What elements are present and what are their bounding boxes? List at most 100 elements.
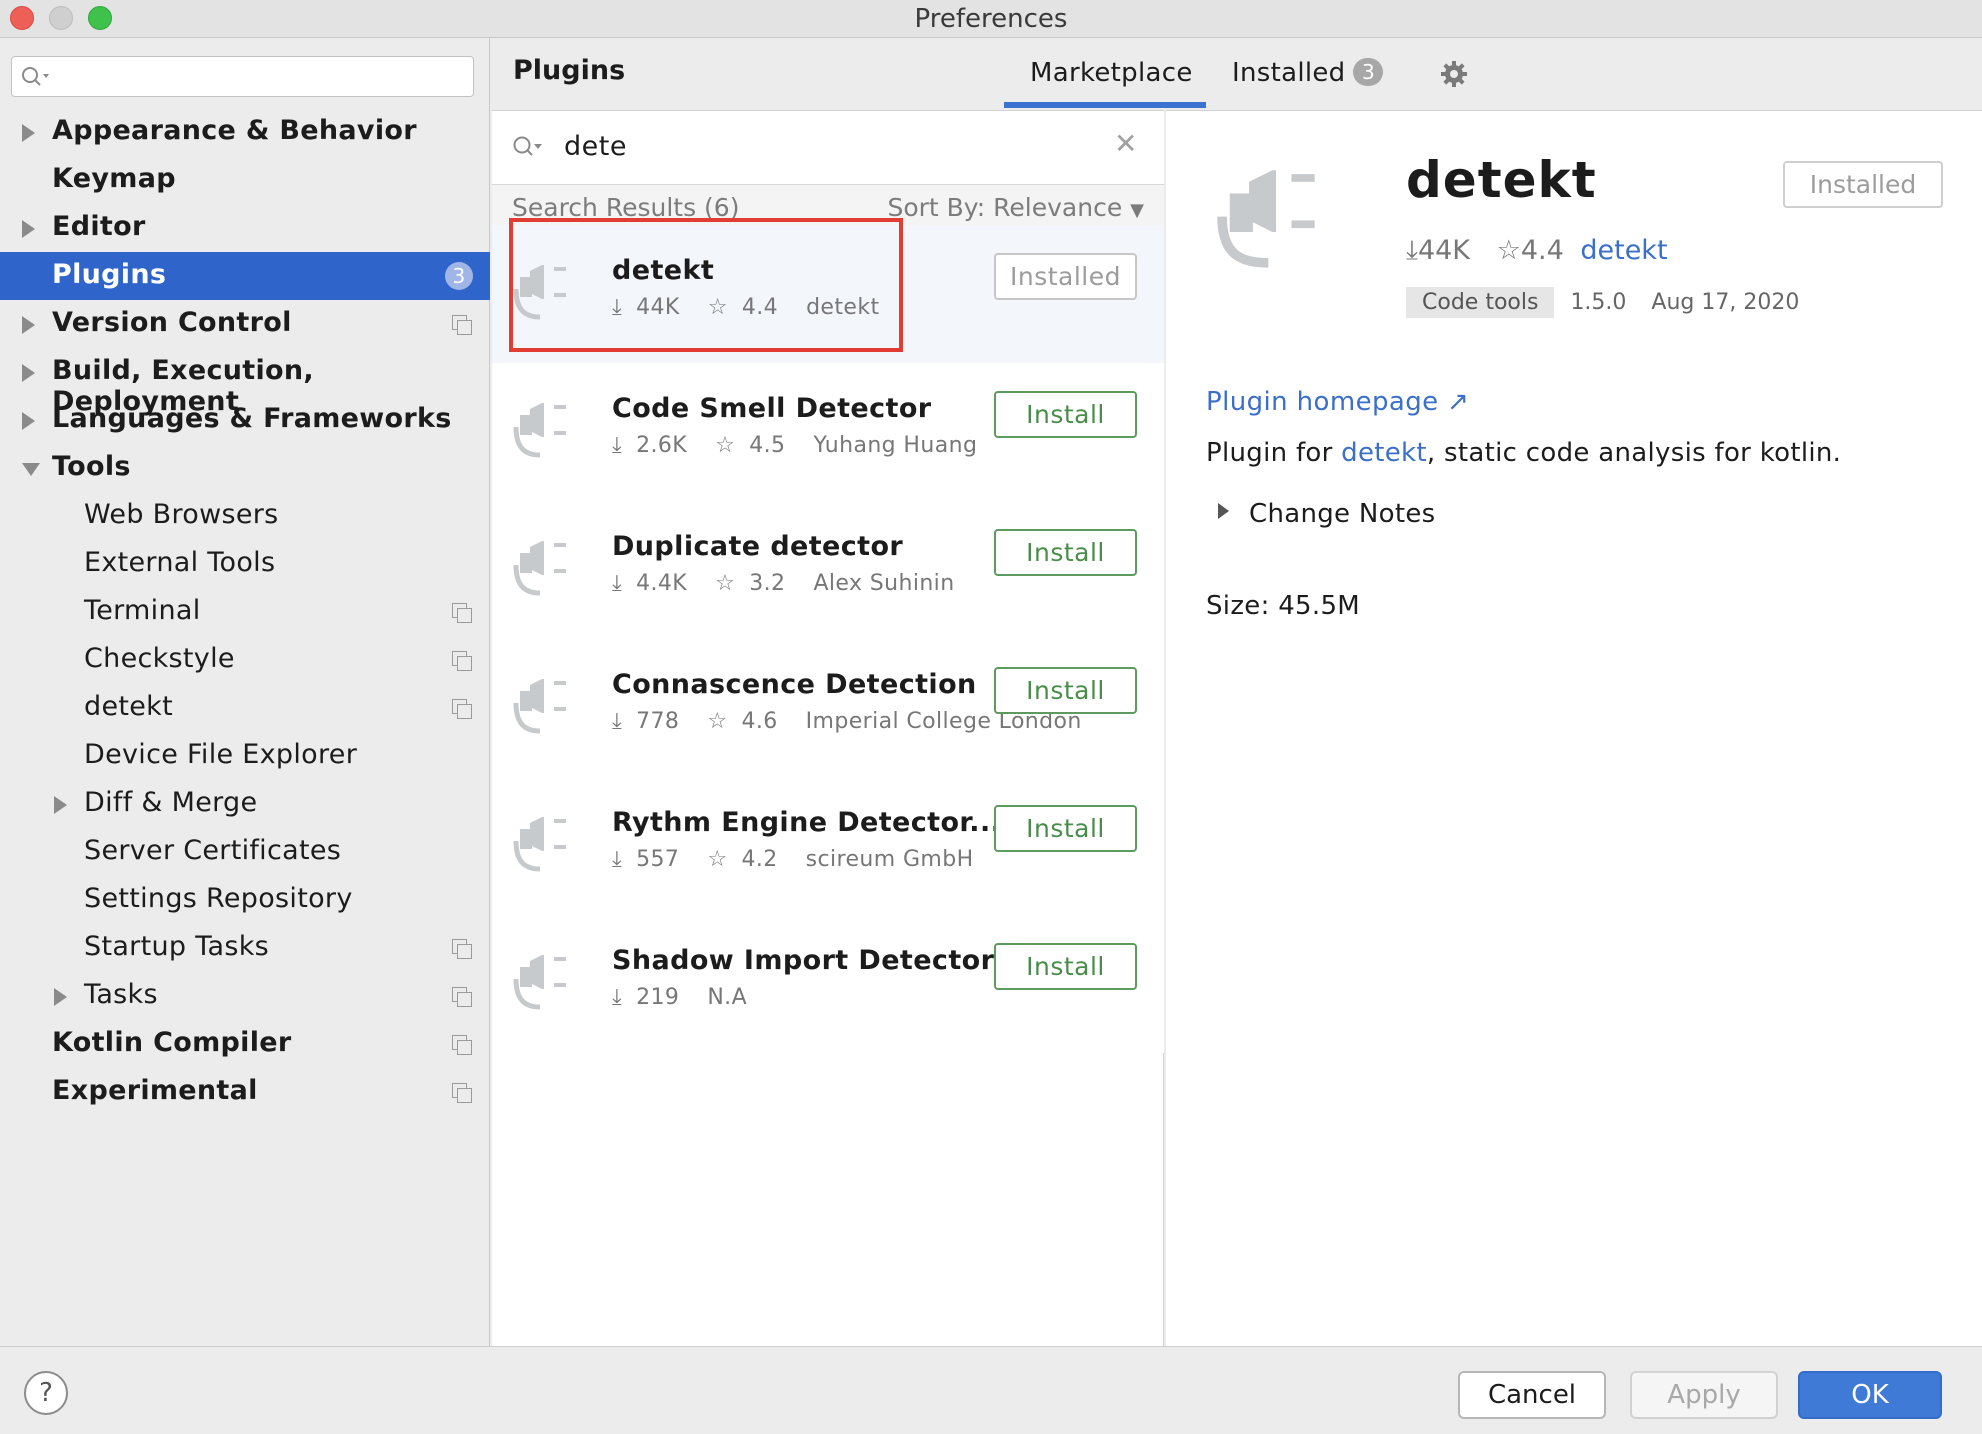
- sidebar-item-plugins[interactable]: Plugins 3: [0, 252, 490, 300]
- sidebar-item-checkstyle[interactable]: Checkstyle: [0, 636, 490, 684]
- apply-button[interactable]: Apply: [1630, 1371, 1778, 1419]
- plugin-search-input[interactable]: dete ✕: [492, 111, 1164, 185]
- search-value: dete: [564, 131, 627, 162]
- plugin-downloads: 219: [636, 985, 680, 1010]
- sidebar-item-experimental[interactable]: Experimental: [0, 1068, 490, 1116]
- star-icon: ☆: [1496, 235, 1521, 266]
- sort-dropdown[interactable]: Sort By: Relevance ▼: [887, 193, 1144, 222]
- plugin-icon: [512, 805, 582, 879]
- install-button[interactable]: Install: [994, 391, 1137, 438]
- sidebar-item-server-certificates[interactable]: Server Certificates: [0, 828, 490, 876]
- gear-icon[interactable]: [1440, 60, 1468, 88]
- category-tag[interactable]: Code tools: [1406, 287, 1555, 318]
- clear-search-icon[interactable]: ✕: [1114, 127, 1137, 160]
- plugin-meta: ⤓ 4.4K ☆ 3.2 Alex Suhinin: [612, 571, 969, 596]
- plugin-name: Duplicate detector: [612, 531, 904, 562]
- sidebar-item-build-execution-deployment[interactable]: Build, Execution, Deployment: [0, 348, 490, 417]
- expand-right-icon[interactable]: [22, 364, 35, 382]
- sidebar-item-startup-tasks[interactable]: Startup Tasks: [0, 924, 490, 972]
- expand-right-icon[interactable]: [54, 988, 67, 1006]
- install-button[interactable]: Install: [994, 805, 1137, 852]
- plugin-list-item[interactable]: Connascence Detection ⤓ 778 ☆ 4.6 Imperial Co…: [492, 639, 1164, 777]
- project-scope-icon: [452, 987, 472, 1007]
- cancel-button[interactable]: Cancel: [1458, 1371, 1606, 1419]
- sidebar-item-detekt[interactable]: detekt: [0, 684, 490, 732]
- plugin-downloads: 2.6K: [636, 433, 688, 458]
- download-icon: ⤓: [612, 985, 623, 1010]
- sidebar-item-languages-frameworks[interactable]: Languages & Frameworks: [0, 396, 490, 444]
- star-icon: ☆: [707, 709, 728, 734]
- sidebar-item-label: Device File Explorer: [84, 739, 358, 770]
- plugin-list-item[interactable]: Shadow Import Detector ⤓ 219 N.A Install: [492, 915, 1164, 1053]
- detail-vendor-link[interactable]: detekt: [1580, 235, 1667, 266]
- tab-installed-label: Installed: [1232, 58, 1346, 88]
- expand-down-icon[interactable]: [22, 463, 40, 476]
- plugin-icon: [1217, 170, 1315, 268]
- project-scope-icon: [452, 603, 472, 623]
- desc-prefix: Plugin for: [1206, 438, 1342, 468]
- plugin-list-item[interactable]: Duplicate detector ⤓ 4.4K ☆ 3.2 Alex Suhinin I…: [492, 501, 1164, 639]
- plugin-name: Code Smell Detector: [612, 393, 932, 424]
- sidebar-item-device-file-explorer[interactable]: Device File Explorer: [0, 732, 490, 780]
- sidebar-item-terminal[interactable]: Terminal: [0, 588, 490, 636]
- expand-right-icon[interactable]: [22, 220, 35, 238]
- star-icon: ☆: [715, 433, 736, 458]
- chevron-down-icon: ▼: [1130, 200, 1144, 221]
- plugin-meta: ⤓ 219 N.A: [612, 985, 761, 1010]
- sidebar-item-keymap[interactable]: Keymap: [0, 156, 490, 204]
- install-button[interactable]: Install: [994, 667, 1137, 714]
- plugin-list-item[interactable]: Rythm Engine Detector... ⤓ 557 ☆ 4.2 scireum …: [492, 777, 1164, 915]
- plugin-homepage-link[interactable]: Plugin homepage ↗: [1206, 387, 1469, 417]
- sidebar-item-editor[interactable]: Editor: [0, 204, 490, 252]
- plugin-date: Aug 17, 2020: [1651, 290, 1800, 315]
- plugin-icon: [512, 943, 582, 1017]
- plugin-name: Rythm Engine Detector...: [612, 807, 1002, 838]
- sidebar-item-label: Languages & Frameworks: [52, 403, 452, 434]
- change-notes-toggle[interactable]: Change Notes: [1206, 499, 1436, 529]
- plugin-installed-button[interactable]: Installed: [1783, 161, 1943, 208]
- plugin-rating: 4.2: [741, 847, 778, 872]
- sidebar-item-label: Experimental: [52, 1075, 258, 1106]
- plugin-rating: 4.6: [741, 709, 778, 734]
- plugin-meta: ⤓ 2.6K ☆ 4.5 Yuhang Huang: [612, 433, 991, 458]
- sidebar-item-label: Startup Tasks: [84, 931, 270, 962]
- expand-right-icon[interactable]: [22, 316, 35, 334]
- plugin-size: Size: 45.5M: [1206, 591, 1361, 621]
- download-icon: ⤓: [612, 433, 623, 458]
- expand-right-icon[interactable]: [22, 124, 35, 142]
- expand-right-icon[interactable]: [22, 412, 35, 430]
- plugin-list-item[interactable]: Code Smell Detector ⤓ 2.6K ☆ 4.5 Yuhang Huang…: [492, 363, 1164, 501]
- detail-downloads: 44K: [1417, 235, 1470, 266]
- plugin-version: 1.5.0: [1570, 290, 1627, 315]
- sidebar-item-label: Kotlin Compiler: [52, 1027, 292, 1058]
- tab-installed[interactable]: Installed 3: [1232, 58, 1384, 88]
- install-button[interactable]: Install: [994, 943, 1137, 990]
- ok-button[interactable]: OK: [1798, 1371, 1942, 1419]
- highlight-box: [509, 218, 903, 352]
- settings-search-input[interactable]: [11, 56, 474, 97]
- install-button[interactable]: Install: [994, 529, 1137, 576]
- help-button[interactable]: ?: [24, 1371, 68, 1415]
- sidebar-item-tools[interactable]: Tools: [0, 444, 490, 492]
- sidebar-item-diff-merge[interactable]: Diff & Merge: [0, 780, 490, 828]
- sidebar-item-kotlin-compiler[interactable]: Kotlin Compiler: [0, 1020, 490, 1068]
- sidebar-item-label: Version Control: [52, 307, 292, 338]
- detail-rating: 4.4: [1520, 235, 1564, 266]
- plugin-rating: 3.2: [749, 571, 786, 596]
- sidebar-item-web-browsers[interactable]: Web Browsers: [0, 492, 490, 540]
- desc-link[interactable]: detekt: [1341, 438, 1427, 468]
- tab-marketplace[interactable]: Marketplace: [1030, 58, 1193, 88]
- expand-right-icon[interactable]: [54, 796, 67, 814]
- sidebar-item-version-control[interactable]: Version Control: [0, 300, 490, 348]
- sidebar-item-label: Appearance & Behavior: [52, 115, 417, 146]
- sidebar-item-settings-repository[interactable]: Settings Repository: [0, 876, 490, 924]
- title-bar: Preferences: [0, 0, 1982, 38]
- sidebar-item-label: Terminal: [84, 595, 201, 626]
- installed-button[interactable]: Installed: [994, 253, 1137, 300]
- sidebar-item-label: Editor: [52, 211, 146, 242]
- sidebar-item-tasks[interactable]: Tasks: [0, 972, 490, 1020]
- plugin-description: Plugin for detekt, static code analysis …: [1206, 438, 1841, 468]
- plugin-vendor: Yuhang Huang: [813, 433, 978, 458]
- sidebar-item-appearance-behavior[interactable]: Appearance & Behavior: [0, 108, 490, 156]
- sidebar-item-external-tools[interactable]: External Tools: [0, 540, 490, 588]
